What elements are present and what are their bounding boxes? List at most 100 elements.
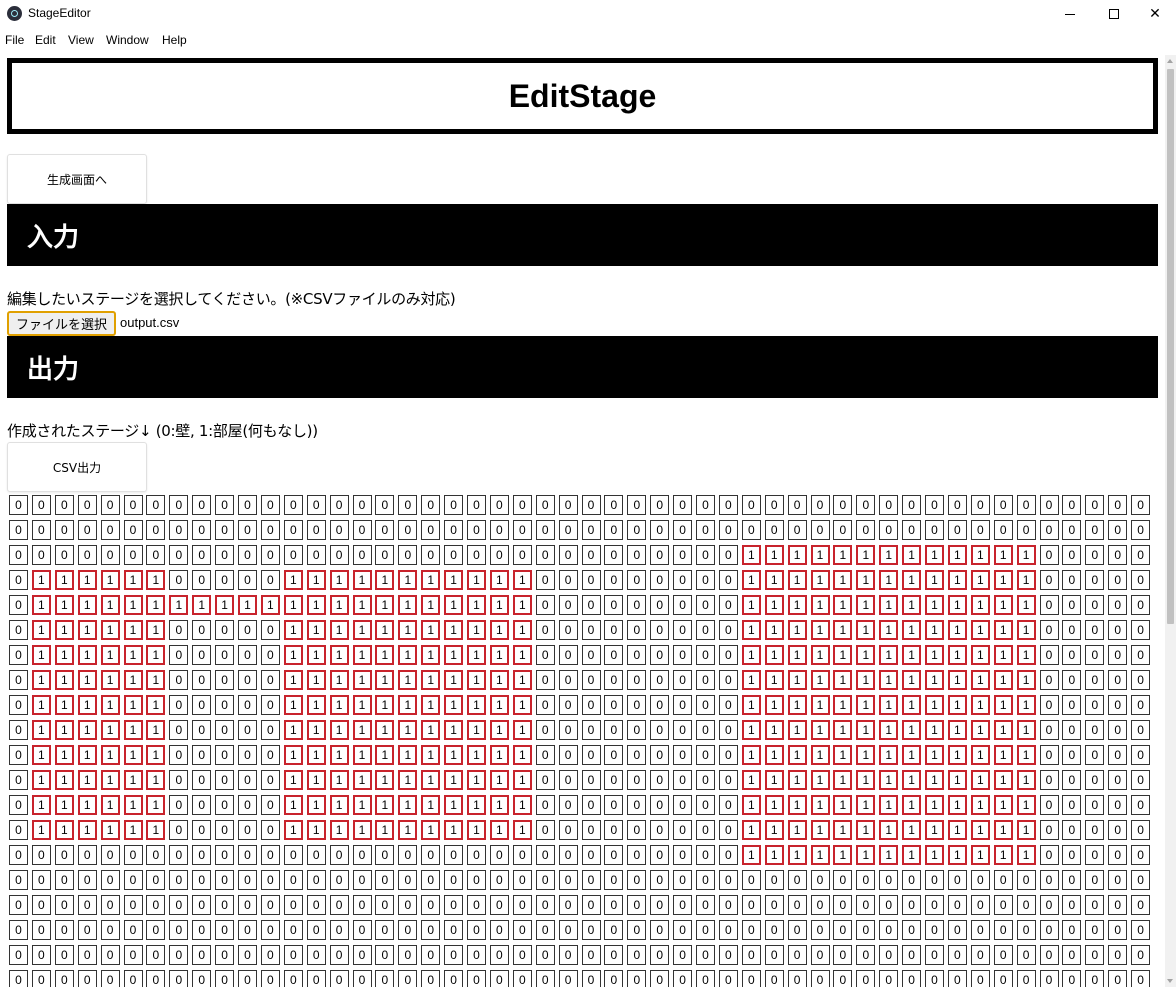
stage-cell[interactable]: 0 (192, 695, 212, 715)
stage-cell[interactable]: 0 (9, 720, 28, 740)
stage-cell[interactable]: 0 (604, 645, 624, 665)
stage-cell[interactable]: 0 (1039, 870, 1059, 890)
stage-cell[interactable]: 0 (1039, 745, 1059, 765)
stage-cell[interactable]: 1 (54, 570, 74, 590)
stage-cell[interactable]: 0 (1085, 870, 1105, 890)
stage-cell[interactable]: 0 (650, 845, 670, 865)
stage-cell[interactable]: 0 (512, 870, 532, 890)
stage-cell[interactable]: 1 (925, 645, 944, 665)
stage-cell[interactable]: 0 (31, 545, 51, 565)
stage-cell[interactable]: 1 (329, 795, 349, 815)
stage-cell[interactable]: 0 (238, 895, 257, 915)
stage-cell[interactable]: 0 (650, 620, 670, 640)
stage-cell[interactable]: 1 (741, 845, 761, 865)
stage-cell[interactable]: 0 (535, 920, 555, 940)
stage-cell[interactable]: 0 (718, 695, 738, 715)
stage-cell[interactable]: 1 (856, 595, 876, 615)
stage-cell[interactable]: 1 (444, 670, 464, 690)
stage-cell[interactable]: 1 (352, 670, 372, 690)
stage-cell[interactable]: 0 (283, 970, 303, 987)
stage-cell[interactable]: 1 (260, 595, 280, 615)
stage-cell[interactable]: 0 (238, 620, 257, 640)
stage-cell[interactable]: 1 (993, 770, 1013, 790)
stage-cell[interactable]: 0 (1131, 495, 1151, 515)
stage-cell[interactable]: 1 (993, 695, 1013, 715)
stage-cell[interactable]: 0 (1108, 870, 1128, 890)
stage-cell[interactable]: 1 (902, 720, 922, 740)
stage-cell[interactable]: 0 (1085, 745, 1105, 765)
stage-cell[interactable]: 0 (833, 945, 853, 965)
stage-cell[interactable]: 1 (375, 720, 395, 740)
stage-cell[interactable]: 0 (1131, 845, 1151, 865)
stage-cell[interactable]: 0 (993, 870, 1013, 890)
stage-cell[interactable]: 0 (306, 920, 326, 940)
stage-cell[interactable]: 1 (879, 695, 899, 715)
stage-cell[interactable]: 1 (1016, 570, 1036, 590)
stage-cell[interactable]: 0 (604, 920, 624, 940)
stage-cell[interactable]: 0 (100, 545, 120, 565)
stage-cell[interactable]: 0 (512, 495, 532, 515)
stage-cell[interactable]: 1 (970, 820, 990, 840)
stage-cell[interactable]: 1 (741, 770, 761, 790)
stage-cell[interactable]: 1 (970, 670, 990, 690)
stage-cell[interactable]: 0 (306, 845, 326, 865)
stage-cell[interactable]: 0 (9, 745, 28, 765)
stage-cell[interactable]: 0 (673, 595, 693, 615)
stage-cell[interactable]: 0 (1085, 695, 1105, 715)
stage-cell[interactable]: 0 (696, 895, 715, 915)
stage-cell[interactable]: 1 (1016, 820, 1036, 840)
stage-cell[interactable]: 0 (329, 920, 349, 940)
stage-cell[interactable]: 1 (856, 770, 876, 790)
stage-cell[interactable]: 0 (100, 495, 120, 515)
stage-cell[interactable]: 0 (581, 570, 601, 590)
stage-cell[interactable]: 0 (215, 745, 235, 765)
stage-cell[interactable]: 0 (444, 520, 464, 540)
stage-cell[interactable]: 1 (741, 595, 761, 615)
stage-cell[interactable]: 0 (1062, 845, 1082, 865)
stage-cell[interactable]: 1 (444, 570, 464, 590)
stage-cell[interactable]: 1 (123, 570, 143, 590)
stage-cell[interactable]: 1 (31, 620, 51, 640)
stage-cell[interactable]: 1 (421, 770, 441, 790)
stage-cell[interactable]: 0 (375, 870, 395, 890)
close-button[interactable]: ✕ (1132, 0, 1176, 28)
stage-cell[interactable]: 0 (764, 945, 784, 965)
stage-cell[interactable]: 1 (467, 745, 486, 765)
stage-cell[interactable]: 0 (1131, 745, 1151, 765)
stage-cell[interactable]: 1 (444, 770, 464, 790)
stage-cell[interactable]: 1 (879, 670, 899, 690)
stage-cell[interactable]: 0 (31, 495, 51, 515)
stage-cell[interactable]: 0 (1039, 545, 1059, 565)
stage-cell[interactable]: 1 (398, 770, 418, 790)
stage-cell[interactable]: 0 (673, 495, 693, 515)
stage-cell[interactable]: 1 (77, 570, 97, 590)
stage-cell[interactable]: 0 (375, 545, 395, 565)
stage-cell[interactable]: 1 (306, 820, 326, 840)
stage-cell[interactable]: 1 (993, 645, 1013, 665)
stage-cell[interactable]: 0 (581, 970, 601, 987)
stage-cell[interactable]: 0 (100, 920, 120, 940)
stage-cell[interactable]: 1 (123, 595, 143, 615)
stage-cell[interactable]: 0 (489, 845, 509, 865)
stage-cell[interactable]: 1 (925, 595, 944, 615)
stage-cell[interactable]: 0 (558, 970, 578, 987)
stage-cell[interactable]: 0 (1108, 645, 1128, 665)
stage-cell[interactable]: 0 (260, 945, 280, 965)
stage-cell[interactable]: 0 (627, 795, 647, 815)
stage-cell[interactable]: 0 (192, 970, 212, 987)
stage-cell[interactable]: 1 (833, 670, 853, 690)
stage-cell[interactable]: 0 (696, 570, 715, 590)
stage-cell[interactable]: 0 (627, 945, 647, 965)
stage-cell[interactable]: 0 (1062, 695, 1082, 715)
stage-cell[interactable]: 0 (650, 970, 670, 987)
stage-cell[interactable]: 0 (718, 920, 738, 940)
stage-cell[interactable]: 0 (879, 870, 899, 890)
stage-cell[interactable]: 0 (375, 845, 395, 865)
stage-cell[interactable]: 0 (1062, 870, 1082, 890)
stage-cell[interactable]: 0 (375, 520, 395, 540)
stage-cell[interactable]: 0 (77, 495, 97, 515)
stage-cell[interactable]: 0 (833, 870, 853, 890)
stage-cell[interactable]: 0 (215, 495, 235, 515)
stage-cell[interactable]: 0 (169, 795, 189, 815)
stage-cell[interactable]: 0 (696, 720, 715, 740)
